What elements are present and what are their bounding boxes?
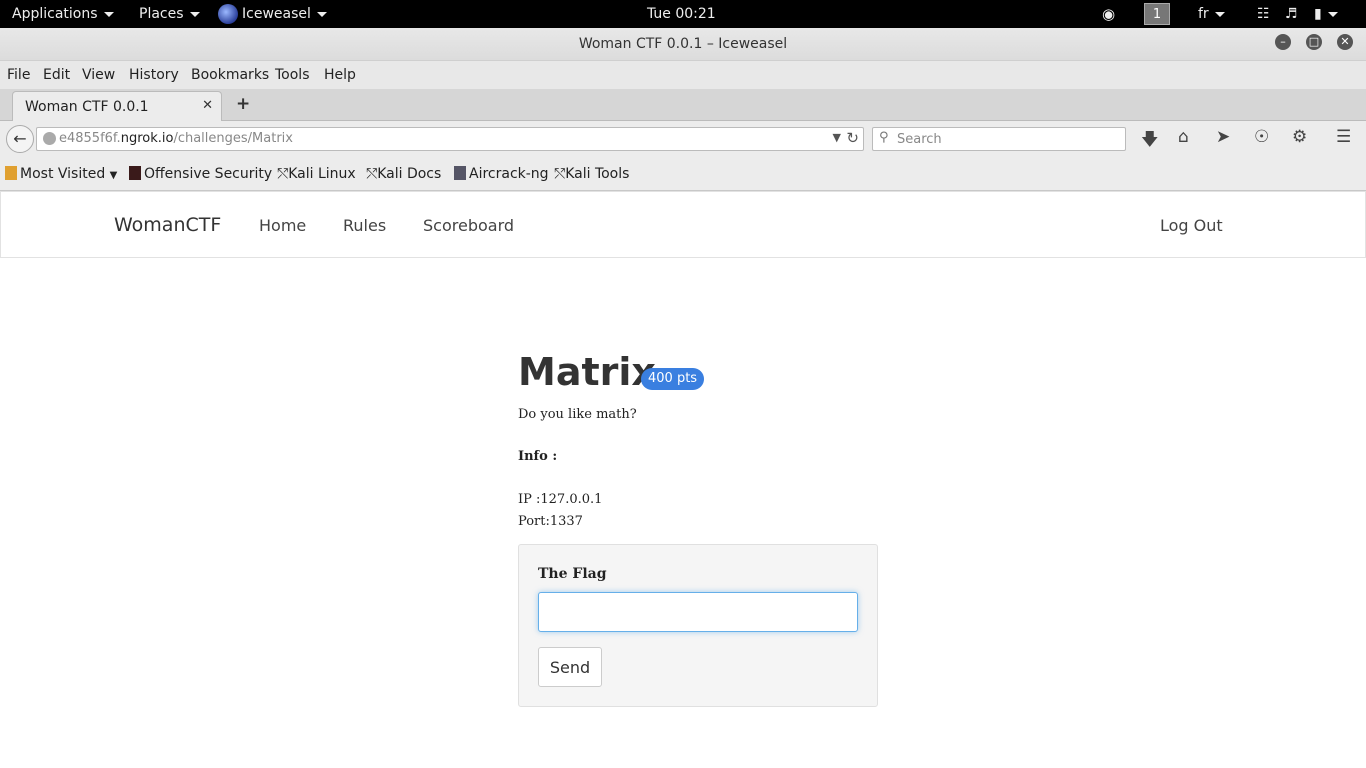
close-tab-icon[interactable]: ✕ (202, 98, 213, 113)
hamburger-menu-icon[interactable]: ☰ (1336, 127, 1351, 147)
menu-file[interactable]: File (7, 67, 30, 83)
flag-input[interactable] (538, 592, 858, 632)
search-bar[interactable]: ⚲ (872, 127, 1126, 151)
back-arrow-icon: ← (13, 129, 27, 148)
tab-label: Woman CTF 0.0.1 (25, 99, 149, 115)
bookmark-label: Aircrack-ng (469, 166, 549, 182)
bookmark-label: Kali Docs (377, 166, 442, 182)
home-icon[interactable]: ⌂ (1178, 127, 1189, 147)
bookmark-label: Kali Tools (565, 166, 630, 182)
aircrack-icon (454, 166, 466, 180)
kali-dragon-icon: ⤲ (277, 166, 289, 182)
kali-dragon-icon: ⤲ (554, 166, 566, 182)
page-content: WomanCTF Home Rules Scoreboard Log Out M… (0, 191, 1366, 768)
challenge-description: Do you like math? (518, 407, 637, 422)
chevron-down-icon: ▼ (109, 170, 118, 181)
navigation-toolbar: e4855f6f.ngrok.io/challenges/Matrix ▼ ↻ … (0, 121, 1366, 157)
reload-icon[interactable]: ↻ (846, 129, 859, 147)
send-button[interactable]: Send (538, 647, 602, 687)
new-tab-icon[interactable]: + (236, 94, 250, 114)
bookmark-label: Offensive Security (144, 166, 273, 182)
keyboard-layout-label: fr (1198, 6, 1209, 22)
maximize-icon[interactable]: □ (1306, 34, 1322, 50)
menu-view[interactable]: View (82, 67, 115, 83)
bookmarks-toolbar: Most Visited ▼ Offensive Security ⤲Kali … (0, 157, 1366, 191)
user-switch-icon[interactable]: ◉ (1102, 0, 1115, 28)
chevron-down-icon (1327, 11, 1338, 17)
menu-bookmarks[interactable]: Bookmarks (191, 67, 269, 83)
bookmark-label: Most Visited (20, 166, 106, 182)
share-icon[interactable]: ➤ (1216, 127, 1230, 147)
iceweasel-logo-icon (218, 4, 238, 24)
places-menu[interactable]: Places (139, 0, 200, 28)
chevron-down-icon (189, 11, 200, 17)
window-title: Woman CTF 0.0.1 – Iceweasel (578, 36, 788, 52)
chevron-down-icon (1214, 11, 1225, 17)
app-menu[interactable]: Iceweasel (218, 0, 327, 28)
wifi-icon[interactable]: ☷ (1257, 0, 1270, 28)
workspace-indicator[interactable]: 1 (1144, 0, 1170, 28)
bookmark-label: Kali Linux (288, 166, 356, 182)
url-domain: ngrok.io (120, 131, 174, 146)
minimize-icon[interactable]: – (1275, 34, 1291, 50)
url-subdomain: e4855f6f. (59, 131, 121, 146)
back-button[interactable]: ← (6, 125, 34, 153)
url-path: /challenges/Matrix (173, 131, 293, 146)
places-label: Places (139, 6, 184, 22)
globe-addon-icon[interactable]: ☉ (1254, 127, 1269, 147)
search-input[interactable] (897, 130, 1117, 148)
bookmark-most-visited[interactable]: Most Visited ▼ (5, 166, 117, 182)
kali-dragon-icon: ⤲ (366, 166, 378, 182)
offsec-icon (129, 166, 141, 180)
nav-rules[interactable]: Rules (343, 216, 386, 235)
menu-bar: File Edit View History Bookmarks Tools H… (0, 61, 1366, 89)
menu-edit[interactable]: Edit (43, 67, 70, 83)
menu-history[interactable]: History (129, 67, 179, 83)
nav-home[interactable]: Home (259, 216, 306, 235)
keyboard-layout-menu[interactable]: fr (1198, 0, 1225, 28)
nav-scoreboard[interactable]: Scoreboard (423, 216, 514, 235)
search-icon: ⚲ (879, 130, 889, 145)
tab-woman-ctf[interactable]: Woman CTF 0.0.1 ✕ (12, 91, 222, 121)
downloads-icon[interactable]: 🡇 (1141, 127, 1158, 156)
menu-help[interactable]: Help (324, 67, 356, 83)
bookmark-offensive-security[interactable]: Offensive Security (129, 166, 272, 182)
nav-logout[interactable]: Log Out (1160, 216, 1223, 235)
app-name-label: Iceweasel (242, 6, 311, 22)
flag-form-panel: The Flag Send (518, 544, 878, 707)
chevron-down-icon (103, 11, 114, 17)
folder-icon (5, 166, 17, 180)
info-heading: Info : (518, 449, 558, 464)
system-top-bar: Applications Places Iceweasel Tue 00:21 … (0, 0, 1366, 28)
points-badge: 400 pts (641, 368, 705, 390)
site-brand[interactable]: WomanCTF (114, 214, 221, 236)
bookmark-kali-docs[interactable]: ⤲Kali Docs (366, 166, 441, 182)
volume-icon[interactable]: ♬ (1285, 0, 1298, 28)
menu-tools[interactable]: Tools (275, 67, 310, 83)
applications-menu[interactable]: Applications (12, 0, 114, 28)
challenge-title: Matrix (518, 350, 656, 394)
site-identity-icon[interactable] (43, 132, 56, 145)
tab-strip: Woman CTF 0.0.1 ✕ + (0, 89, 1366, 121)
url-text: e4855f6f.ngrok.io/challenges/Matrix (59, 131, 293, 146)
workspace-number: 1 (1144, 3, 1170, 25)
flag-label: The Flag (538, 566, 607, 582)
battery-icon[interactable]: ▮ (1314, 0, 1338, 28)
window-title-bar: Woman CTF 0.0.1 – Iceweasel – □ ✕ (0, 28, 1366, 61)
info-ip: IP :127.0.0.1 (518, 492, 603, 507)
bookmark-kali-linux[interactable]: ⤲Kali Linux (277, 166, 356, 182)
addon-icon[interactable]: ⚙ (1292, 127, 1307, 147)
chevron-down-icon (316, 11, 327, 17)
bookmark-aircrack[interactable]: Aircrack-ng (454, 166, 549, 182)
applications-label: Applications (12, 6, 98, 22)
url-history-dropdown-icon[interactable]: ▼ (833, 131, 841, 144)
bookmark-kali-tools[interactable]: ⤲Kali Tools (554, 166, 629, 182)
url-bar[interactable]: e4855f6f.ngrok.io/challenges/Matrix ▼ ↻ (36, 127, 864, 151)
close-icon[interactable]: ✕ (1337, 34, 1353, 50)
site-navbar: WomanCTF Home Rules Scoreboard Log Out (0, 191, 1366, 258)
clock[interactable]: Tue 00:21 (647, 0, 716, 28)
info-port: Port:1337 (518, 514, 583, 529)
